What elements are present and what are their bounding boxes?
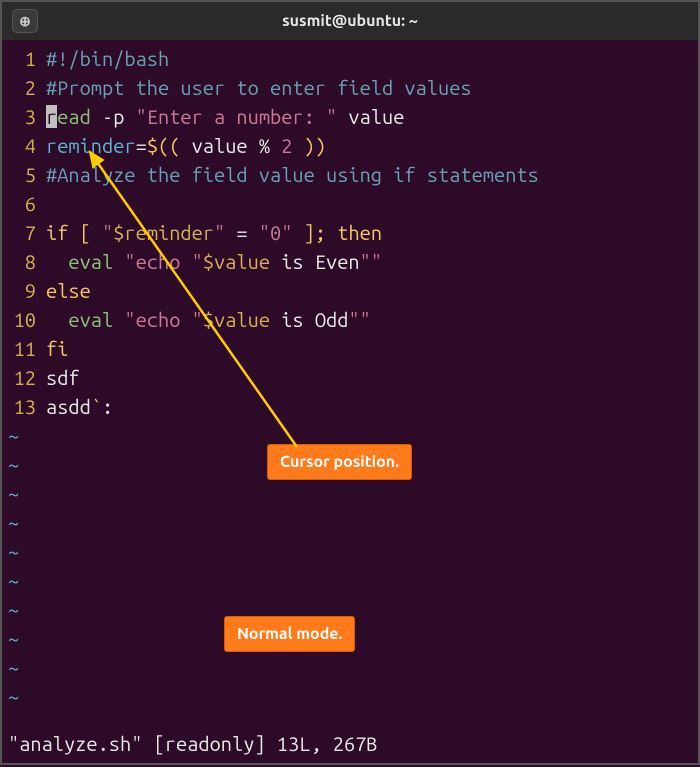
code-content[interactable]: asdd`: <box>46 392 698 421</box>
empty-line-tilde: ~ <box>2 682 698 711</box>
new-tab-icon: ⊕ <box>19 13 31 30</box>
empty-line-tilde: ~ <box>2 653 698 682</box>
code-line[interactable]: 1#!/bin/bash <box>8 44 698 73</box>
line-number: 2 <box>8 73 46 102</box>
editor-area[interactable]: 1#!/bin/bash2#Prompt the user to enter f… <box>2 40 698 421</box>
line-number: 12 <box>8 363 46 392</box>
code-content[interactable]: fi <box>46 334 698 363</box>
line-number: 1 <box>8 44 46 73</box>
cursor: r <box>46 105 57 128</box>
line-number: 6 <box>8 189 46 218</box>
new-tab-button[interactable]: ⊕ <box>12 9 38 33</box>
code-line[interactable]: 13asdd`: <box>8 392 698 421</box>
callout-normal-mode: Normal mode. <box>224 616 355 652</box>
line-number: 10 <box>8 305 46 334</box>
code-content[interactable]: sdf <box>46 363 698 392</box>
code-line[interactable]: 10 eval "echo "$value is Odd"" <box>8 305 698 334</box>
code-line[interactable]: 7if [ "$reminder" = "0" ]; then <box>8 218 698 247</box>
code-content[interactable]: #Prompt the user to enter field values <box>46 73 698 102</box>
empty-line-tilde: ~ <box>2 508 698 537</box>
code-content[interactable]: else <box>46 276 698 305</box>
code-line[interactable]: 4reminder=$(( value % 2 )) <box>8 131 698 160</box>
window-titlebar: ⊕ susmit@ubuntu: ~ <box>2 2 698 40</box>
code-line[interactable]: 3read -p "Enter a number: " value <box>8 102 698 131</box>
line-number: 8 <box>8 247 46 276</box>
window-title: susmit@ubuntu: ~ <box>38 12 662 30</box>
line-number: 7 <box>8 218 46 247</box>
code-line[interactable]: 9else <box>8 276 698 305</box>
callout-cursor-position: Cursor position. <box>267 444 412 480</box>
line-number: 4 <box>8 131 46 160</box>
empty-line-tilde: ~ <box>2 566 698 595</box>
line-number: 11 <box>8 334 46 363</box>
code-line[interactable]: 5#Analyze the field value using if state… <box>8 160 698 189</box>
code-content[interactable]: #Analyze the field value using if statem… <box>46 160 698 189</box>
line-number: 3 <box>8 102 46 131</box>
code-content[interactable]: read -p "Enter a number: " value <box>46 102 698 131</box>
line-number: 9 <box>8 276 46 305</box>
empty-line-tilde: ~ <box>2 537 698 566</box>
status-line: "analyze.sh" [readonly] 13L, 267B <box>8 732 378 755</box>
code-line[interactable]: 6 <box>8 189 698 218</box>
code-line[interactable]: 2#Prompt the user to enter field values <box>8 73 698 102</box>
code-line[interactable]: 8 eval "echo "$value is Even"" <box>8 247 698 276</box>
code-content[interactable]: reminder=$(( value % 2 )) <box>46 131 698 160</box>
code-line[interactable]: 12sdf <box>8 363 698 392</box>
code-content[interactable]: if [ "$reminder" = "0" ]; then <box>46 218 698 247</box>
code-content[interactable] <box>46 189 698 218</box>
code-content[interactable]: eval "echo "$value is Odd"" <box>46 305 698 334</box>
code-line[interactable]: 11fi <box>8 334 698 363</box>
code-content[interactable]: #!/bin/bash <box>46 44 698 73</box>
line-number: 13 <box>8 392 46 421</box>
code-content[interactable]: eval "echo "$value is Even"" <box>46 247 698 276</box>
line-number: 5 <box>8 160 46 189</box>
empty-line-tilde: ~ <box>2 479 698 508</box>
